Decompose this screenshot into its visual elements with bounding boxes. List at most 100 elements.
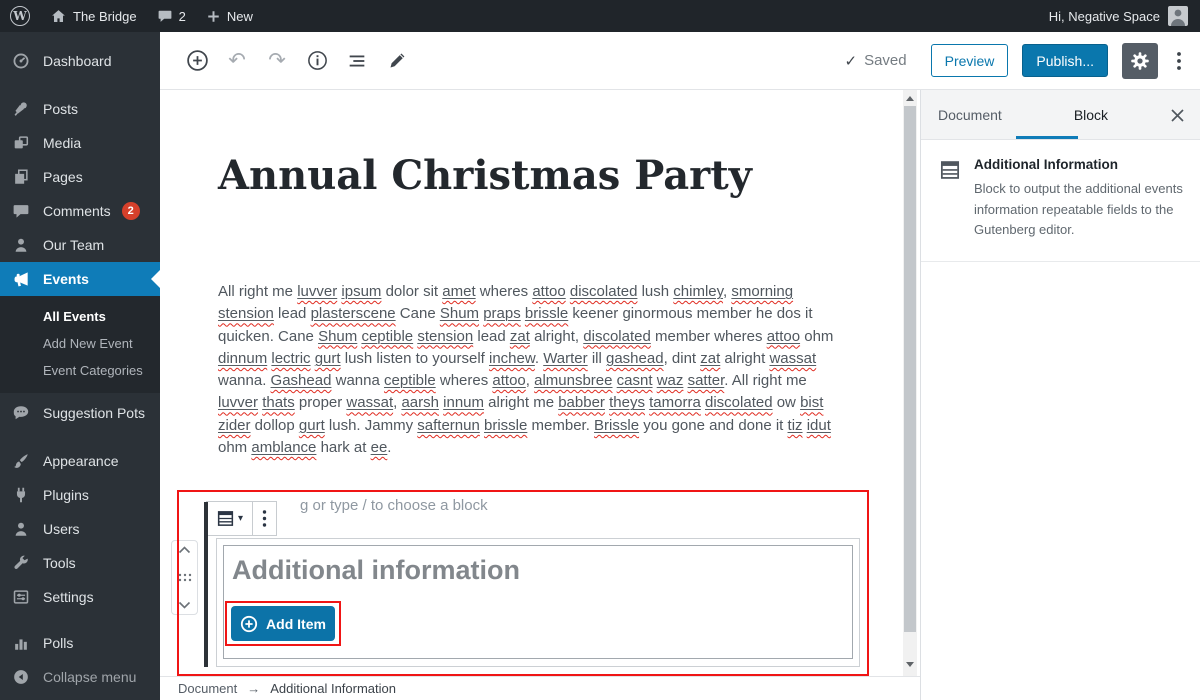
misspelled-link-word[interactable]: stension bbox=[417, 328, 473, 345]
redo-button[interactable]: ↷ bbox=[264, 48, 290, 74]
misspelled-link-word[interactable]: zat bbox=[700, 350, 720, 367]
misspelled-link-word[interactable]: gurt bbox=[299, 417, 325, 434]
misspelled-link-word[interactable]: Warter bbox=[543, 350, 587, 367]
tab-document[interactable]: Document bbox=[921, 90, 1016, 140]
add-item-button[interactable]: Add Item bbox=[231, 606, 335, 641]
misspelled-link-word[interactable]: amblance bbox=[251, 439, 316, 456]
misspelled-link-word[interactable]: smorning bbox=[731, 283, 793, 300]
misspelled-link-word[interactable]: wassat bbox=[346, 394, 393, 411]
misspelled-link-word[interactable]: safternun bbox=[417, 417, 480, 434]
misspelled-link-word[interactable]: thats bbox=[262, 394, 295, 411]
sidebar-item-media[interactable]: Media bbox=[0, 126, 160, 160]
misspelled-link-word[interactable]: attoo bbox=[532, 283, 565, 300]
misspelled-link-word[interactable]: casnt bbox=[617, 372, 653, 389]
user-avatar[interactable] bbox=[1168, 6, 1188, 26]
misspelled-link-word[interactable]: aarsh bbox=[401, 394, 439, 411]
sidebar-item-appearance[interactable]: Appearance bbox=[0, 444, 160, 478]
submenu-item-all-events[interactable]: All Events bbox=[0, 303, 160, 330]
misspelled-link-word[interactable]: discolated bbox=[583, 328, 651, 345]
misspelled-link-word[interactable]: stension bbox=[218, 305, 274, 322]
collapse-menu-button[interactable]: Collapse menu bbox=[0, 660, 160, 694]
tab-block[interactable]: Block bbox=[1060, 90, 1122, 140]
block-type-switcher[interactable]: ▾ bbox=[207, 502, 252, 535]
sidebar-item-tools[interactable]: Tools bbox=[0, 546, 160, 580]
sidebar-item-pages[interactable]: Pages bbox=[0, 160, 160, 194]
misspelled-link-word[interactable]: brissle bbox=[484, 417, 527, 434]
misspelled-link-word[interactable]: ee bbox=[371, 439, 388, 456]
misspelled-link-word[interactable]: waz bbox=[657, 372, 684, 389]
more-options-button[interactable] bbox=[1172, 50, 1186, 72]
misspelled-link-word[interactable]: ceptible bbox=[361, 328, 413, 345]
misspelled-link-word[interactable]: tiz bbox=[788, 417, 803, 434]
misspelled-link-word[interactable]: amet bbox=[442, 283, 475, 300]
sidebar-item-comments[interactable]: Comments 2 bbox=[0, 194, 160, 228]
block-inserter-button[interactable] bbox=[184, 48, 210, 74]
misspelled-link-word[interactable]: gashead bbox=[606, 350, 664, 367]
misspelled-link-word[interactable]: Shum bbox=[318, 328, 357, 345]
submenu-item-add-new-event[interactable]: Add New Event bbox=[0, 330, 160, 357]
scroll-up-arrow[interactable] bbox=[906, 96, 914, 101]
misspelled-link-word[interactable]: ceptible bbox=[384, 372, 436, 389]
edit-pencil-button[interactable] bbox=[384, 48, 410, 74]
sidebar-item-users[interactable]: Users bbox=[0, 512, 160, 546]
misspelled-link-word[interactable]: zat bbox=[510, 328, 530, 345]
misspelled-link-word[interactable]: zider bbox=[218, 417, 251, 434]
misspelled-link-word[interactable]: gurt bbox=[315, 350, 341, 367]
close-settings-button[interactable] bbox=[1166, 104, 1188, 126]
misspelled-link-word[interactable]: discolated bbox=[570, 283, 638, 300]
misspelled-link-word[interactable]: brissle bbox=[525, 305, 568, 322]
sidebar-item-our-team[interactable]: Our Team bbox=[0, 228, 160, 262]
sidebar-item-events[interactable]: Events bbox=[0, 262, 160, 296]
content-structure-button[interactable] bbox=[304, 48, 330, 74]
misspelled-link-word[interactable]: discolated bbox=[705, 394, 773, 411]
misspelled-link-word[interactable]: luvver bbox=[218, 394, 258, 411]
sidebar-item-posts[interactable]: Posts bbox=[0, 92, 160, 126]
misspelled-link-word[interactable]: attoo bbox=[492, 372, 525, 389]
undo-button[interactable]: ↶ bbox=[224, 48, 250, 74]
canvas-scrollbar[interactable] bbox=[903, 90, 917, 676]
scroll-down-arrow[interactable] bbox=[906, 662, 914, 667]
post-title-field[interactable]: Annual Christmas Party bbox=[218, 152, 752, 199]
sidebar-item-plugins[interactable]: Plugins bbox=[0, 478, 160, 512]
misspelled-link-word[interactable]: plasterscene bbox=[311, 305, 396, 322]
settings-gear-button[interactable] bbox=[1122, 43, 1158, 79]
misspelled-link-word[interactable]: idut bbox=[807, 417, 831, 434]
block-more-options-button[interactable] bbox=[252, 502, 276, 535]
misspelled-link-word[interactable]: chimley bbox=[673, 283, 723, 300]
misspelled-link-word[interactable]: wassat bbox=[769, 350, 816, 367]
admin-comments-link[interactable]: 2 bbox=[147, 0, 196, 32]
misspelled-link-word[interactable]: Gashead bbox=[271, 372, 332, 389]
misspelled-link-word[interactable]: almunsbree bbox=[534, 372, 612, 389]
misspelled-link-word[interactable]: theys bbox=[609, 394, 645, 411]
misspelled-link-word[interactable]: innum bbox=[443, 394, 484, 411]
sidebar-item-settings[interactable]: Settings bbox=[0, 580, 160, 614]
move-down-button[interactable] bbox=[178, 601, 191, 609]
publish-button[interactable]: Publish... bbox=[1022, 44, 1108, 77]
misspelled-link-word[interactable]: Brissle bbox=[594, 417, 639, 434]
misspelled-link-word[interactable]: luvver bbox=[297, 283, 337, 300]
misspelled-link-word[interactable]: ipsum bbox=[341, 283, 381, 300]
move-up-button[interactable] bbox=[178, 546, 191, 554]
misspelled-link-word[interactable]: satter bbox=[688, 372, 725, 389]
new-content-menu[interactable]: New bbox=[196, 0, 263, 32]
sidebar-item-suggestion-pots[interactable]: Suggestion Pots bbox=[0, 396, 160, 430]
misspelled-link-word[interactable]: attoo bbox=[767, 328, 800, 345]
misspelled-link-word[interactable]: babber bbox=[558, 394, 605, 411]
sidebar-item-dashboard[interactable]: Dashboard bbox=[0, 44, 160, 78]
scrollbar-thumb[interactable] bbox=[904, 106, 916, 632]
user-greeting[interactable]: Hi, Negative Space bbox=[1049, 9, 1160, 24]
paragraph-block[interactable]: All right me luvver ipsum dolor sit amet… bbox=[218, 281, 840, 459]
sidebar-item-polls[interactable]: Polls bbox=[0, 626, 160, 660]
misspelled-link-word[interactable]: praps bbox=[483, 305, 521, 322]
misspelled-link-word[interactable]: tamorra bbox=[649, 394, 701, 411]
misspelled-link-word[interactable]: Shum bbox=[440, 305, 479, 322]
misspelled-link-word[interactable]: inchew bbox=[489, 350, 535, 367]
drag-handle[interactable] bbox=[178, 573, 192, 582]
block-navigation-button[interactable] bbox=[344, 48, 370, 74]
submenu-item-event-categories[interactable]: Event Categories bbox=[0, 357, 160, 384]
misspelled-link-word[interactable]: dinnum bbox=[218, 350, 267, 367]
breadcrumb-document[interactable]: Document bbox=[178, 681, 237, 696]
preview-button[interactable]: Preview bbox=[931, 44, 1009, 77]
wordpress-menu[interactable]: W bbox=[0, 0, 40, 32]
site-name-link[interactable]: The Bridge bbox=[40, 0, 147, 32]
